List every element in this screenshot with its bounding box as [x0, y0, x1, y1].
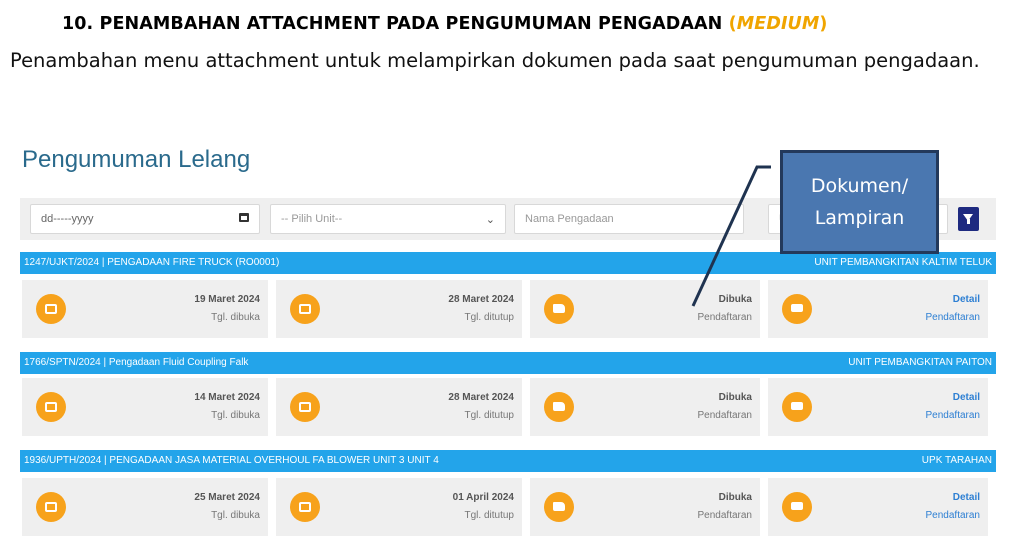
- callout-box: Dokumen/ Lampiran: [780, 150, 939, 254]
- callout-line-1: Dokumen/: [810, 175, 909, 197]
- callout-line-2: Lampiran: [814, 207, 905, 229]
- callout-pointer-line: [691, 165, 771, 307]
